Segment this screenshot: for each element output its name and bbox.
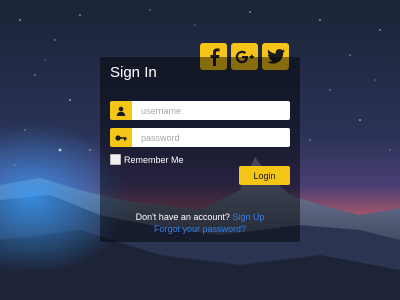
forgot-password-link[interactable]: Forgot your password? — [154, 224, 246, 234]
password-field — [110, 128, 290, 147]
remember-me-checkbox[interactable] — [110, 154, 121, 165]
username-input[interactable] — [132, 101, 290, 120]
key-icon — [110, 128, 132, 147]
remember-me: Remember Me — [110, 154, 184, 165]
login-button[interactable]: Login — [239, 166, 290, 185]
signup-prompt: Don't have an account? — [135, 212, 230, 222]
remember-me-label: Remember Me — [124, 154, 184, 165]
page-title: Sign In — [110, 64, 157, 81]
forgot-row: Forgot your password? — [100, 224, 300, 234]
password-input[interactable] — [132, 128, 290, 147]
user-icon — [110, 101, 132, 120]
sign-in-panel: Sign In Remember Me Login Don't have an … — [100, 57, 300, 242]
signup-link[interactable]: Sign Up — [232, 212, 264, 222]
signup-prompt-row: Don't have an account? Sign Up — [100, 212, 300, 222]
username-field — [110, 101, 290, 120]
